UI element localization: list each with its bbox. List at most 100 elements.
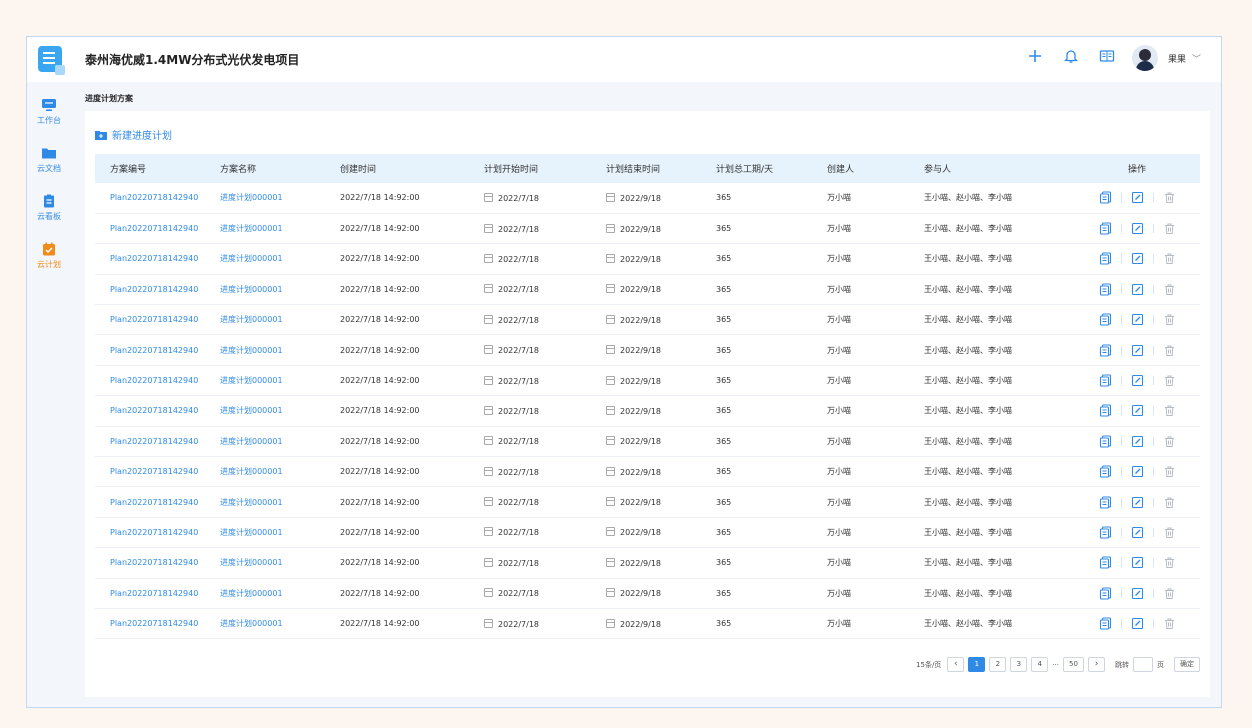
trash-icon[interactable] xyxy=(1163,435,1176,448)
edit-icon[interactable] xyxy=(1131,556,1144,569)
view-icon[interactable] xyxy=(1099,496,1112,509)
plan-name-link[interactable]: 进度计划000001 xyxy=(220,547,340,579)
plan-name-link[interactable]: 进度计划000001 xyxy=(220,243,340,275)
sidebar-item-docs[interactable]: 云文档 xyxy=(27,146,71,174)
plan-name-link[interactable]: 进度计划000001 xyxy=(220,304,340,336)
page-button[interactable]: 50 xyxy=(1063,657,1084,672)
view-icon[interactable] xyxy=(1099,587,1112,600)
confirm-jump-button[interactable]: 确定 xyxy=(1174,657,1200,672)
view-icon[interactable] xyxy=(1099,617,1112,630)
edit-icon[interactable] xyxy=(1131,526,1144,539)
trash-icon[interactable] xyxy=(1163,191,1176,204)
page-button[interactable]: 2 xyxy=(989,657,1007,672)
edit-icon[interactable] xyxy=(1131,435,1144,448)
plan-id-link[interactable]: Plan20220718142940 xyxy=(95,578,220,609)
view-icon[interactable] xyxy=(1099,222,1112,235)
plan-name-link[interactable]: 进度计划000001 xyxy=(220,183,340,214)
plan-name-link[interactable]: 进度计划000001 xyxy=(220,578,340,609)
edit-icon[interactable] xyxy=(1131,191,1144,204)
trash-icon[interactable] xyxy=(1163,465,1176,478)
trash-icon[interactable] xyxy=(1163,404,1176,417)
trash-icon[interactable] xyxy=(1163,526,1176,539)
plan-id-link[interactable]: Plan20220718142940 xyxy=(95,395,220,427)
view-icon[interactable] xyxy=(1099,435,1112,448)
plan-name-link[interactable]: 进度计划000001 xyxy=(220,517,340,549)
plan-name-link[interactable]: 进度计划000001 xyxy=(220,426,340,458)
trash-icon[interactable] xyxy=(1163,556,1176,569)
page-button[interactable]: 3 xyxy=(1010,657,1028,672)
view-icon[interactable] xyxy=(1099,465,1112,478)
trash-icon[interactable] xyxy=(1163,313,1176,326)
trash-icon[interactable] xyxy=(1163,222,1176,235)
edit-icon[interactable] xyxy=(1131,465,1144,478)
column-header: 参与人 xyxy=(924,154,1074,183)
new-plan-button[interactable]: 新建进度计划 xyxy=(95,127,172,142)
trash-icon[interactable] xyxy=(1163,283,1176,296)
plan-name-link[interactable]: 进度计划000001 xyxy=(220,456,340,488)
view-icon[interactable] xyxy=(1099,404,1112,417)
view-icon[interactable] xyxy=(1099,191,1112,204)
page-button[interactable]: 4 xyxy=(1031,657,1049,672)
plan-name-link[interactable]: 进度计划000001 xyxy=(220,274,340,306)
plan-id-link[interactable]: Plan20220718142940 xyxy=(95,426,220,458)
trash-icon[interactable] xyxy=(1163,344,1176,357)
plus-icon[interactable] xyxy=(1024,47,1046,69)
trash-icon[interactable] xyxy=(1163,374,1176,387)
next-page-button[interactable]: › xyxy=(1088,657,1105,672)
trash-icon[interactable] xyxy=(1163,617,1176,630)
sidebar-item-workbench[interactable]: 工作台 xyxy=(27,98,71,126)
bell-icon[interactable] xyxy=(1060,47,1082,69)
created-time: 2022/7/18 14:92:00 xyxy=(340,547,484,579)
view-icon[interactable] xyxy=(1099,344,1112,357)
app-logo[interactable] xyxy=(38,46,65,75)
view-icon[interactable] xyxy=(1099,313,1112,326)
page-size-label[interactable]: 15条/页 xyxy=(916,660,941,670)
plan-id-link[interactable]: Plan20220718142940 xyxy=(95,274,220,306)
plan-id-link[interactable]: Plan20220718142940 xyxy=(95,486,220,518)
edit-icon[interactable] xyxy=(1131,587,1144,600)
plan-id-link[interactable]: Plan20220718142940 xyxy=(95,183,220,214)
trash-icon[interactable] xyxy=(1163,587,1176,600)
plan-id-link[interactable]: Plan20220718142940 xyxy=(95,304,220,336)
user-name[interactable]: 果果 xyxy=(1168,52,1186,65)
plan-name-link[interactable]: 进度计划000001 xyxy=(220,365,340,397)
view-icon[interactable] xyxy=(1099,556,1112,569)
avatar[interactable] xyxy=(1131,45,1158,71)
edit-icon[interactable] xyxy=(1131,404,1144,417)
edit-icon[interactable] xyxy=(1131,344,1144,357)
view-icon[interactable] xyxy=(1099,526,1112,539)
trash-icon[interactable] xyxy=(1163,252,1176,265)
plan-name-link[interactable]: 进度计划000001 xyxy=(220,213,340,245)
plan-name-link[interactable]: 进度计划000001 xyxy=(220,334,340,366)
prev-page-button[interactable]: ‹ xyxy=(947,657,965,672)
plan-id-link[interactable]: Plan20220718142940 xyxy=(95,517,220,549)
edit-icon[interactable] xyxy=(1131,374,1144,387)
start-date-cell: 2022/7/18 xyxy=(484,183,606,214)
plan-id-link[interactable]: Plan20220718142940 xyxy=(95,365,220,397)
plan-name-link[interactable]: 进度计划000001 xyxy=(220,395,340,427)
plan-id-link[interactable]: Plan20220718142940 xyxy=(95,547,220,579)
edit-icon[interactable] xyxy=(1131,222,1144,235)
plan-id-link[interactable]: Plan20220718142940 xyxy=(95,213,220,245)
plan-name-link[interactable]: 进度计划000001 xyxy=(220,608,340,640)
edit-icon[interactable] xyxy=(1131,283,1144,296)
view-icon[interactable] xyxy=(1099,374,1112,387)
edit-icon[interactable] xyxy=(1131,496,1144,509)
plan-id-link[interactable]: Plan20220718142940 xyxy=(95,456,220,488)
view-icon[interactable] xyxy=(1099,252,1112,266)
edit-icon[interactable] xyxy=(1131,313,1144,326)
plan-id-link[interactable]: Plan20220718142940 xyxy=(95,334,220,366)
jump-page-input[interactable] xyxy=(1133,657,1153,672)
plan-name-link[interactable]: 进度计划000001 xyxy=(220,486,340,518)
page-button[interactable]: 1 xyxy=(968,657,986,672)
sidebar-item-plan[interactable]: 云计划 xyxy=(27,242,71,270)
edit-icon[interactable] xyxy=(1131,252,1144,265)
plan-id-link[interactable]: Plan20220718142940 xyxy=(95,243,220,275)
chevron-down-icon[interactable]: ﹀ xyxy=(1192,52,1201,65)
trash-icon[interactable] xyxy=(1163,496,1176,509)
view-icon[interactable] xyxy=(1099,283,1112,296)
edit-icon[interactable] xyxy=(1131,617,1144,630)
plan-id-link[interactable]: Plan20220718142940 xyxy=(95,608,220,640)
book-icon[interactable] xyxy=(1096,47,1118,69)
sidebar-item-board[interactable]: 云看板 xyxy=(27,194,71,222)
